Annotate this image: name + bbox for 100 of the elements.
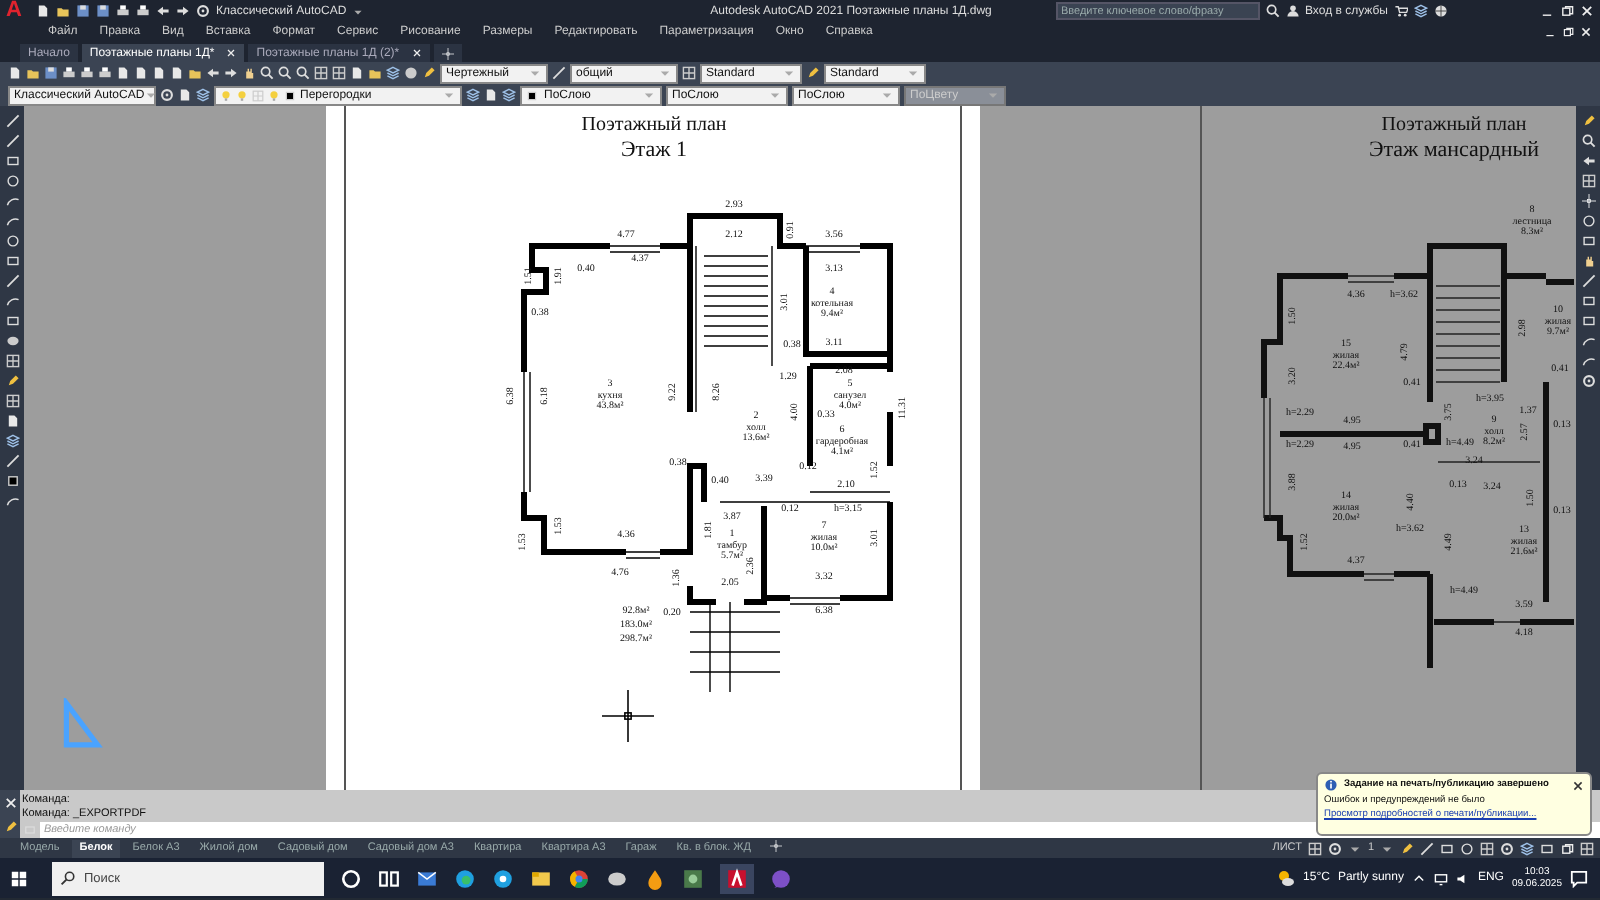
circle-icon[interactable] — [5, 234, 19, 248]
pencil-icon[interactable] — [5, 374, 19, 388]
rect-icon[interactable] — [5, 314, 19, 328]
arc-icon[interactable] — [5, 294, 19, 308]
crosshair-icon[interactable] — [1581, 194, 1595, 208]
active-app-button[interactable] — [720, 863, 754, 893]
layers-icon[interactable] — [5, 434, 19, 448]
globe-icon[interactable] — [1434, 4, 1448, 18]
arrow-left-icon[interactable] — [1581, 154, 1595, 168]
cart-icon[interactable] — [1394, 4, 1408, 18]
printer-icon[interactable] — [98, 66, 112, 80]
caret-icon[interactable] — [352, 5, 365, 17]
printer-icon[interactable] — [80, 66, 94, 80]
arrow-right-icon[interactable] — [224, 66, 238, 80]
circle-icon[interactable] — [1581, 214, 1595, 228]
chevron-icon[interactable] — [1411, 871, 1426, 885]
restore-icon[interactable] — [1560, 4, 1574, 18]
layers-icon[interactable] — [196, 88, 210, 102]
line-icon[interactable] — [5, 134, 19, 148]
gear-icon[interactable] — [160, 88, 174, 102]
layers-icon[interactable] — [386, 66, 400, 80]
line-icon[interactable] — [552, 66, 566, 80]
rect-icon[interactable] — [1581, 234, 1595, 248]
gear-icon[interactable] — [196, 4, 210, 18]
hand-icon[interactable] — [1581, 254, 1595, 268]
ellipse-icon[interactable] — [5, 334, 19, 348]
doc-icon[interactable] — [350, 66, 364, 80]
grid-icon[interactable] — [314, 66, 328, 80]
arrow-right-icon[interactable] — [176, 4, 190, 18]
line-icon[interactable] — [5, 454, 19, 468]
restore-icon[interactable] — [1562, 26, 1574, 38]
layers-icon[interactable] — [1414, 4, 1428, 18]
square-icon[interactable] — [5, 474, 19, 488]
folder-icon[interactable] — [56, 4, 70, 18]
close-icon[interactable] — [1572, 779, 1584, 791]
grid-icon[interactable] — [1581, 174, 1595, 188]
crosshair-icon[interactable] — [441, 47, 454, 59]
ellipse-icon[interactable] — [606, 867, 628, 889]
folder-icon[interactable] — [368, 66, 382, 80]
grid-icon[interactable] — [1580, 841, 1594, 855]
caret-icon[interactable] — [144, 88, 159, 102]
new-tab-button[interactable] — [433, 44, 462, 62]
circle-icon[interactable] — [5, 174, 19, 188]
zoom-icon[interactable] — [1581, 134, 1595, 148]
grid-icon[interactable] — [5, 354, 19, 368]
user-icon[interactable] — [1285, 4, 1299, 18]
gear-icon[interactable] — [1327, 841, 1342, 855]
doc-icon[interactable] — [8, 66, 22, 80]
printer-icon[interactable] — [62, 66, 76, 80]
rect-icon[interactable] — [5, 154, 19, 168]
arrow-left-icon[interactable] — [206, 66, 220, 80]
chat-icon[interactable] — [1570, 869, 1588, 887]
line-icon[interactable] — [5, 274, 19, 288]
rect-icon[interactable] — [1540, 841, 1554, 855]
gear-icon[interactable] — [1581, 374, 1595, 388]
flame-icon[interactable] — [644, 867, 666, 889]
folder-icon[interactable] — [188, 66, 202, 80]
zoom-icon[interactable] — [278, 66, 292, 80]
rect-icon[interactable] — [5, 254, 19, 268]
line-icon[interactable] — [5, 114, 19, 128]
speaker-icon[interactable] — [1455, 871, 1470, 885]
file-folder-icon[interactable] — [530, 867, 552, 889]
zoom-icon[interactable] — [1265, 4, 1279, 18]
pencil-icon[interactable] — [806, 66, 820, 80]
chat-bubble-icon[interactable] — [770, 867, 792, 889]
pencil-icon[interactable] — [422, 66, 436, 80]
envelope-icon[interactable] — [416, 867, 438, 889]
sun-cloud-icon[interactable] — [1275, 868, 1296, 888]
wheel-icon[interactable] — [568, 867, 590, 889]
gear-icon[interactable] — [1500, 841, 1514, 855]
arc-icon[interactable] — [5, 494, 19, 508]
folder-icon[interactable] — [26, 66, 40, 80]
printer-icon[interactable] — [136, 4, 150, 18]
grid-icon[interactable] — [332, 66, 346, 80]
doc-icon[interactable] — [36, 4, 50, 18]
monitor-icon[interactable] — [1433, 871, 1448, 885]
panes-icon[interactable] — [378, 867, 400, 889]
grid-icon[interactable] — [1480, 841, 1494, 855]
doc-icon[interactable] — [484, 88, 498, 102]
layers-icon[interactable] — [1520, 841, 1534, 855]
hand-icon[interactable] — [242, 66, 256, 80]
circle-icon[interactable] — [1460, 841, 1474, 855]
rect-icon[interactable] — [1440, 841, 1454, 855]
layers-icon[interactable] — [502, 88, 516, 102]
layers-icon[interactable] — [466, 88, 480, 102]
zoom-icon[interactable] — [260, 66, 274, 80]
crosshair-icon[interactable] — [770, 839, 783, 851]
line-icon[interactable] — [1420, 841, 1434, 855]
zoom-icon[interactable] — [296, 66, 310, 80]
grid-icon[interactable] — [682, 66, 696, 80]
printer-icon[interactable] — [116, 4, 130, 18]
arrow-left-icon[interactable] — [156, 4, 170, 18]
ring-icon[interactable] — [340, 867, 362, 889]
pencil-icon[interactable] — [3, 819, 17, 833]
grid-icon[interactable] — [1307, 841, 1322, 855]
restore-icon[interactable] — [1560, 841, 1574, 855]
doc-icon[interactable] — [5, 414, 19, 428]
grid-icon[interactable] — [5, 394, 19, 408]
line-icon[interactable] — [1581, 274, 1595, 288]
pencil-icon[interactable] — [1581, 114, 1595, 128]
